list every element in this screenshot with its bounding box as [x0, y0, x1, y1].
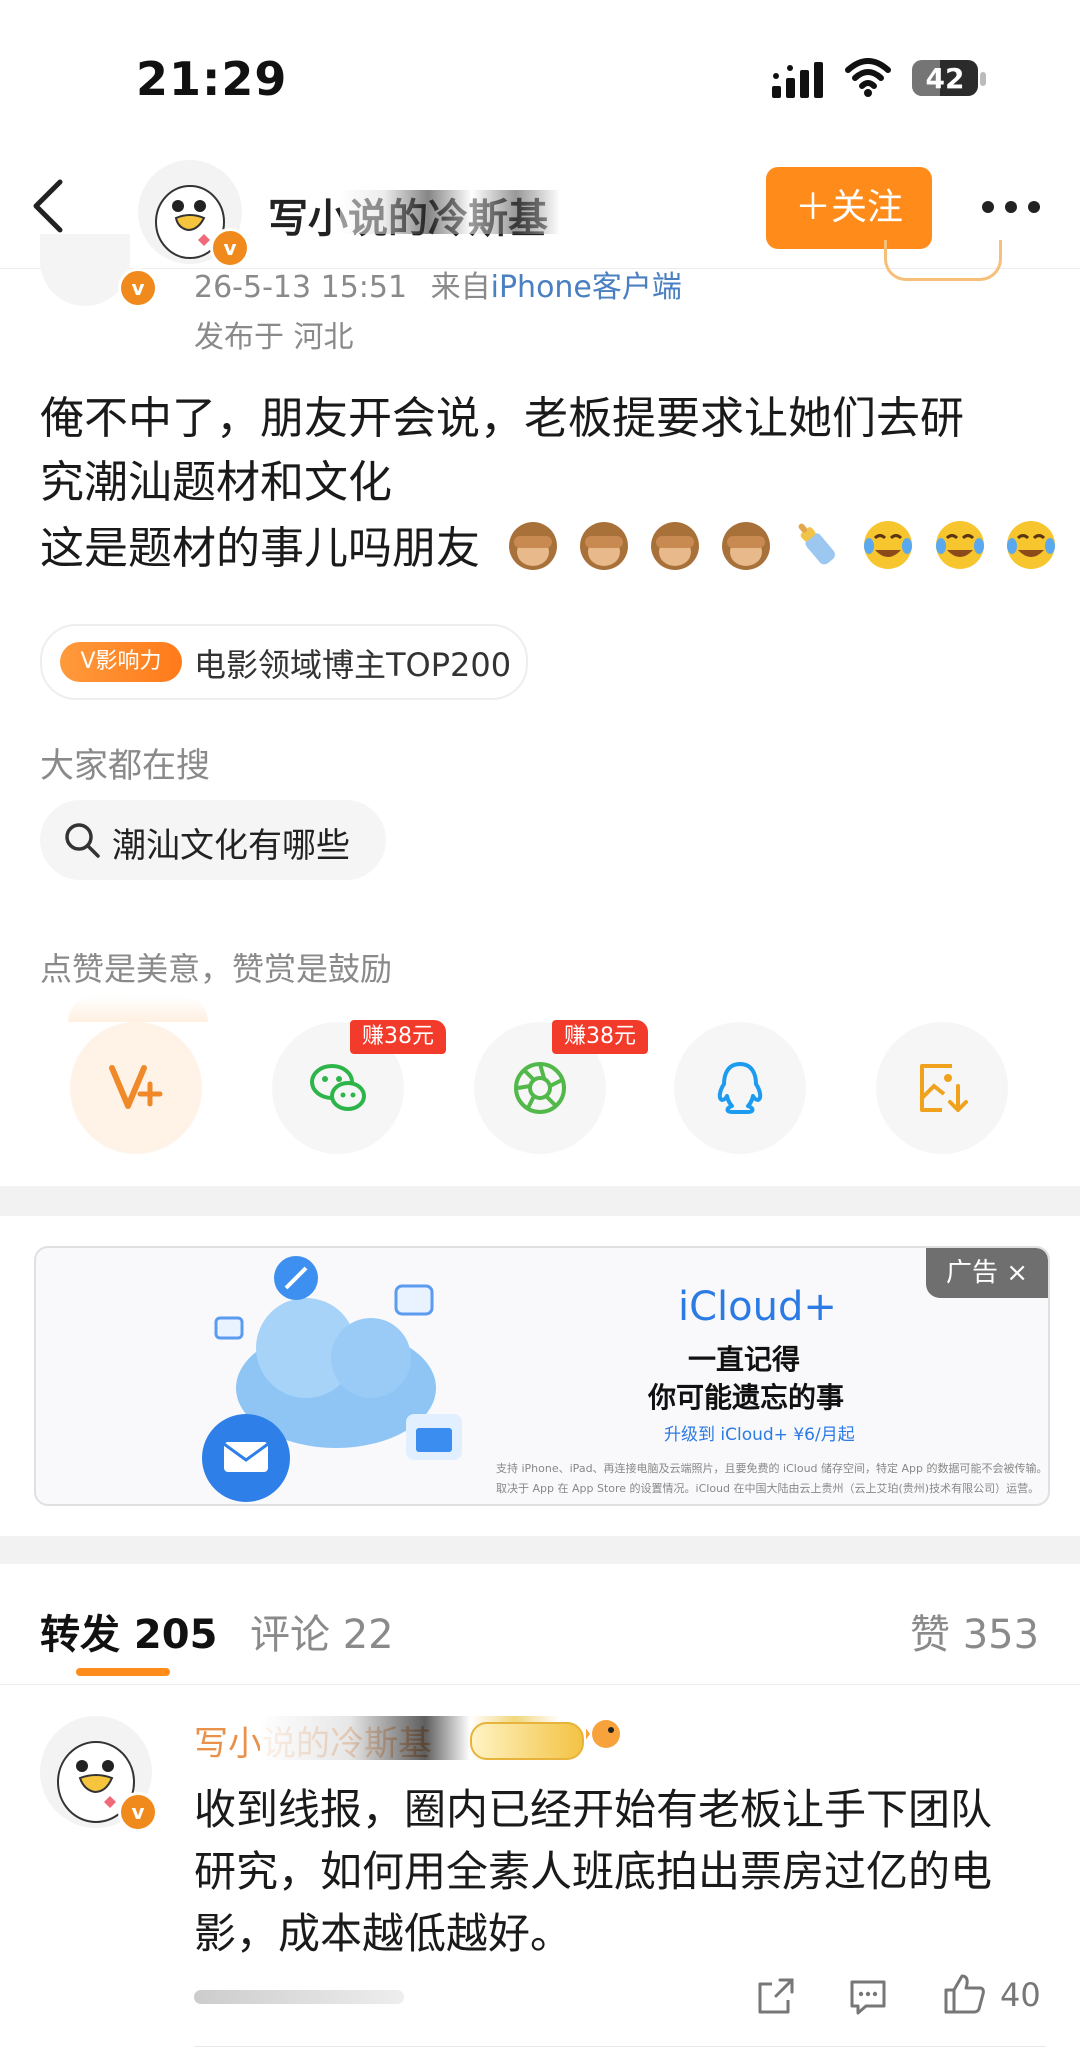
ad-headline-2: 你可能遗忘的事 — [648, 1381, 845, 1414]
post-text-line: 究潮汕题材和文化 — [40, 457, 392, 508]
cellular-signal-icon — [772, 62, 823, 98]
moments-bonus-tag: 赚38元 — [552, 1020, 648, 1054]
tab-comments[interactable]: 评论 22 — [250, 1602, 394, 1660]
battery-level: 42 — [925, 62, 965, 95]
repost-text-line: 研究，如何用全素人班底拍出票房过亿的电 — [194, 1847, 993, 1896]
tabs-divider — [0, 1684, 1080, 1685]
follow-button[interactable]: ＋关注 — [766, 167, 932, 249]
comment-icon[interactable] — [846, 1974, 890, 2018]
tab-reposts[interactable]: 转发 205 — [40, 1602, 217, 1660]
see-no-evil-monkey-icon — [580, 522, 629, 570]
see-no-evil-monkey-icon — [651, 522, 700, 570]
moments-icon — [514, 1062, 566, 1114]
influence-rank-text: 电影领域博主TOP200 — [194, 646, 512, 684]
influence-badge: V影响力 — [60, 642, 182, 682]
more-options-icon[interactable] — [978, 196, 1044, 218]
item-divider — [194, 2046, 1046, 2047]
repost-avatar[interactable]: v — [40, 1716, 158, 1832]
back-arrow-icon[interactable] — [26, 176, 76, 236]
ad-banner[interactable]: 广告 × iCloud+ 一直记得 你可能遗忘的事 升级到 iCloud+ ¥6… — [34, 1246, 1050, 1506]
ad-close-tag[interactable]: 广告 × — [926, 1248, 1048, 1298]
thumbs-up-icon[interactable] — [942, 1972, 986, 2016]
repost-text-line: 影，成本越低越好。 — [194, 1909, 573, 1958]
v-plus-icon — [109, 1065, 163, 1109]
battery-icon: 42 — [912, 58, 988, 102]
post-source-link[interactable]: iPhone客户端 — [491, 270, 682, 305]
section-separator — [0, 1536, 1080, 1564]
tab-likes[interactable]: 赞 353 — [910, 1602, 1039, 1660]
post-text-line: 这是题材的事儿吗朋友 — [40, 523, 480, 574]
tears-of-joy-icon — [935, 521, 984, 569]
name-redaction — [340, 190, 560, 234]
header-avatar[interactable]: v — [138, 160, 250, 268]
trending-search-query: 潮汕文化有哪些 — [112, 826, 350, 866]
vip-badge-icon — [470, 1722, 584, 1760]
emoji-row — [504, 516, 1068, 576]
ad-fine-print: 取决于 App 在 App Store 的设置情况。iCloud 在中国大陆由云… — [496, 1482, 1040, 1495]
follow-button-ghost — [884, 240, 1002, 281]
wechat-icon — [310, 1064, 366, 1111]
pufferfish-badge-icon — [586, 1720, 620, 1748]
tears-of-joy-icon — [1006, 521, 1055, 569]
baby-bottle-icon — [798, 523, 836, 565]
active-tab-indicator — [76, 1668, 170, 1676]
tears-of-joy-icon — [864, 521, 913, 569]
post-text-line: 俺不中了，朋友开会说，老板提要求让她们去研 — [40, 393, 964, 444]
post-timestamp: 26-5-13 15:51 来自iPhone客户端 — [194, 262, 682, 306]
save-image-icon — [920, 1064, 968, 1112]
repost-like-count: 40 — [1000, 1976, 1041, 2014]
see-no-evil-monkey-icon — [722, 522, 771, 570]
influence-rank-pill[interactable]: V影响力 电影领域博主TOP200 — [40, 624, 528, 700]
repost-text-line: 收到线报，圈内已经开始有老板让手下团队 — [194, 1785, 993, 1834]
verified-badge-icon: v — [118, 1792, 158, 1832]
trending-search-chip[interactable]: 潮汕文化有哪些 — [40, 800, 386, 880]
qq-icon — [717, 1062, 763, 1114]
wifi-icon — [845, 58, 891, 97]
repost-meta-redaction — [194, 1990, 404, 2004]
status-time: 21:29 — [136, 52, 288, 106]
reward-glow — [68, 996, 208, 1022]
icloud-illustration-icon — [202, 1256, 462, 1502]
search-icon — [65, 823, 100, 858]
trending-search-label: 大家都在搜 — [40, 746, 210, 786]
post-location: 发布于 河北 — [194, 320, 354, 355]
save-image-button[interactable] — [876, 1022, 1008, 1154]
reward-button[interactable] — [70, 1022, 202, 1154]
share-qq-button[interactable] — [674, 1022, 806, 1154]
reward-label: 点赞是美意，赞赏是鼓励 — [40, 950, 393, 988]
post-source-prefix: 来自 — [430, 270, 491, 305]
section-separator — [0, 1186, 1080, 1216]
wechat-bonus-tag: 赚38元 — [350, 1020, 446, 1054]
see-no-evil-monkey-icon — [509, 522, 557, 570]
ad-headline-1: 一直记得 — [688, 1343, 801, 1376]
ad-brand: iCloud+ — [678, 1284, 837, 1330]
post-time-text: 26-5-13 15:51 — [194, 270, 408, 305]
ad-cta: 升级到 iCloud+ ¥6/月起 — [664, 1425, 855, 1445]
ad-fine-print: 支持 iPhone、iPad、再连接电脑及云端照片，且要免费的 iCloud 储… — [496, 1462, 1048, 1475]
share-icon[interactable] — [754, 1974, 798, 2018]
post-avatar[interactable]: v — [40, 234, 158, 308]
verified-badge-icon: v — [118, 268, 158, 308]
